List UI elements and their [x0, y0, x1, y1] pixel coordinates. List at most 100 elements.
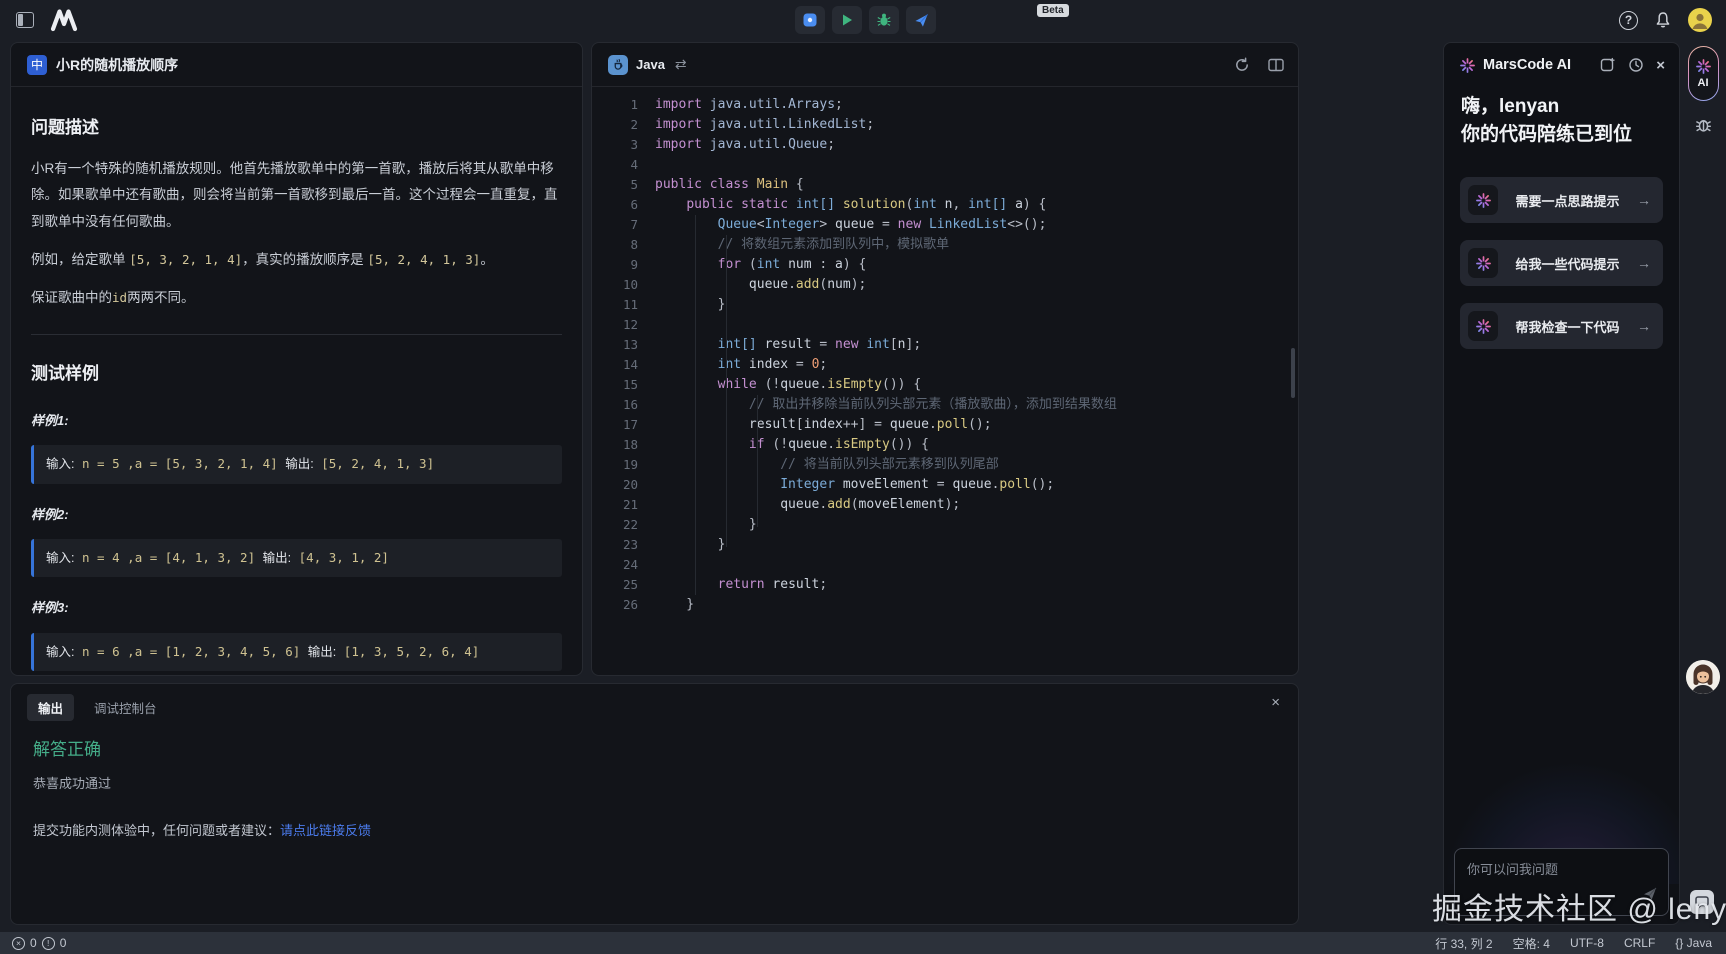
- line-number: 12: [592, 315, 638, 335]
- errors-icon: ×: [12, 937, 25, 950]
- code-line: 7 Queue<Integer> queue = new LinkedList<…: [592, 215, 1298, 235]
- history-icon[interactable]: [1628, 57, 1644, 73]
- run-button[interactable]: [832, 6, 862, 34]
- code-line: 25 return result;: [592, 575, 1298, 595]
- section-heading-samples: 测试样例: [31, 357, 562, 390]
- result-subtitle: 恭喜成功通过: [33, 773, 1276, 792]
- ai-suggestion-card[interactable]: 需要一点思路提示→: [1460, 177, 1663, 223]
- assistant-avatar[interactable]: [1686, 660, 1720, 694]
- code-line: 23 }: [592, 535, 1298, 555]
- code-line: 5public class Main {: [592, 175, 1298, 195]
- arrow-right-icon: →: [1637, 192, 1651, 208]
- paper-plane-icon: [914, 13, 929, 28]
- sample-io-block: 输入: n = 6 ,a = [1, 2, 3, 4, 5, 6] 输出: [1…: [31, 633, 562, 671]
- tab-java[interactable]: Java: [636, 57, 665, 72]
- code-editor[interactable]: 1import java.util.Arrays;2import java.ut…: [592, 87, 1298, 615]
- feedback-line: 提交功能内测体验中，任何问题或者建议：请点此链接反馈: [33, 820, 1276, 839]
- problem-title: 小R的随机播放顺序: [56, 55, 178, 75]
- line-number: 9: [592, 255, 638, 275]
- ai-rail-label: AI: [1698, 77, 1709, 89]
- java-language-icon: [608, 55, 628, 75]
- sidebar-toggle-icon[interactable]: [16, 12, 34, 28]
- arrow-right-icon: →: [1637, 318, 1651, 334]
- indent-guide: [726, 235, 727, 547]
- switch-language-icon[interactable]: ⇄: [675, 56, 687, 73]
- top-bar: Beta ?: [0, 0, 1726, 40]
- sample-io-block: 输入: n = 5 ,a = [5, 3, 2, 1, 4] 输出: [5, 2…: [31, 445, 562, 483]
- reset-code-icon[interactable]: [1234, 57, 1250, 73]
- split-view-icon[interactable]: [1268, 58, 1284, 72]
- code-line: 9 for (int num : a) {: [592, 255, 1298, 275]
- rail-debug-icon[interactable]: [1694, 115, 1713, 139]
- line-number: 2: [592, 115, 638, 135]
- close-output-icon[interactable]: ×: [1271, 694, 1280, 711]
- sample-label: 样例2:: [31, 502, 562, 527]
- ai-suggestion-card[interactable]: 帮我检查一下代码→: [1460, 303, 1663, 349]
- problem-paragraph: 小R有一个特殊的随机播放规则。他首先播放歌单中的第一首歌，播放后将其从歌单中移除…: [31, 156, 562, 235]
- sample-io-block: 输入: n = 4 ,a = [4, 1, 3, 2] 输出: [4, 3, 1…: [31, 539, 562, 577]
- line-number: 20: [592, 475, 638, 495]
- run-config-button[interactable]: [795, 6, 825, 34]
- language-mode[interactable]: {} Java: [1675, 936, 1712, 950]
- output-tab-bar: 输出 调试控制台 ×: [11, 684, 1298, 721]
- code-line: 1import java.util.Arrays;: [592, 95, 1298, 115]
- code-line: 13 int[] result = new int[n];: [592, 335, 1298, 355]
- code-line: 17 result[index++] = queue.poll();: [592, 415, 1298, 435]
- marscode-ai-panel: MarsCode AI × 嗨，lenyan 你的代码陪练已到位 需要一点思路提…: [1443, 42, 1680, 925]
- editor-scrollbar[interactable]: [1291, 348, 1295, 398]
- warnings-icon: !: [42, 937, 55, 950]
- cursor-position[interactable]: 行 33, 列 2: [1435, 935, 1492, 952]
- user-avatar[interactable]: [1688, 8, 1712, 32]
- problem-panel: 中 小R的随机播放顺序 问题描述 小R有一个特殊的随机播放规则。他首先播放歌单中…: [10, 42, 583, 676]
- indentation[interactable]: 空格: 4: [1513, 935, 1550, 952]
- watermark: 掘金技术社区 @ lenyan: [1432, 884, 1726, 928]
- play-icon: [840, 13, 854, 27]
- ai-rail-button[interactable]: AI: [1688, 46, 1719, 101]
- code-line: 16 // 取出并移除当前队列头部元素（播放歌曲），添加到结果数组: [592, 395, 1298, 415]
- ai-input-placeholder: 你可以问我问题: [1467, 862, 1558, 877]
- ai-suggestion-label: 帮我检查一下代码: [1498, 317, 1637, 336]
- eol-sequence[interactable]: CRLF: [1624, 936, 1655, 950]
- code-line: 21 queue.add(moveElement);: [592, 495, 1298, 515]
- help-icon[interactable]: ?: [1619, 11, 1638, 30]
- debug-button[interactable]: [869, 6, 899, 34]
- problem-paragraph: 保证歌曲中的id两两不同。: [31, 285, 562, 311]
- error-count: 0: [30, 936, 37, 950]
- problems-indicator[interactable]: × 0 ! 0: [12, 936, 66, 950]
- status-bar: × 0 ! 0 行 33, 列 2 空格: 4 UTF-8 CRLF {} Ja…: [0, 932, 1726, 954]
- line-number: 14: [592, 355, 638, 375]
- code-line: 12: [592, 315, 1298, 335]
- tab-debug-console[interactable]: 调试控制台: [94, 698, 157, 717]
- close-ai-panel-icon[interactable]: ×: [1656, 58, 1665, 73]
- indent-guide: [757, 395, 758, 527]
- ai-suggestion-card[interactable]: 给我一些代码提示→: [1460, 240, 1663, 286]
- arrow-right-icon: →: [1637, 255, 1651, 271]
- beta-badge: Beta: [1037, 4, 1069, 17]
- feedback-text: 提交功能内测体验中，任何问题或者建议：: [33, 823, 280, 838]
- code-line: 22 }: [592, 515, 1298, 535]
- encoding[interactable]: UTF-8: [1570, 936, 1604, 950]
- code-line: 4: [592, 155, 1298, 175]
- line-number: 6: [592, 195, 638, 215]
- sparkle-icon: [1696, 59, 1711, 74]
- ai-panel-header: MarsCode AI ×: [1444, 43, 1679, 83]
- notifications-bell-icon[interactable]: [1654, 11, 1672, 29]
- ai-greeting: 嗨，lenyan 你的代码陪练已到位: [1444, 83, 1679, 149]
- new-chat-icon[interactable]: [1600, 57, 1616, 73]
- ai-greeting-line2: 你的代码陪练已到位: [1461, 121, 1662, 149]
- feedback-link[interactable]: 请点此链接反馈: [280, 823, 371, 838]
- line-number: 16: [592, 395, 638, 415]
- line-number: 25: [592, 575, 638, 595]
- submit-button[interactable]: Beta: [906, 6, 936, 34]
- code-line: 24: [592, 555, 1298, 575]
- line-number: 24: [592, 555, 638, 575]
- ai-greeting-line1: 嗨，lenyan: [1461, 93, 1662, 121]
- code-line: 11 }: [592, 295, 1298, 315]
- bug-icon: [876, 12, 892, 28]
- sparkle-icon: [1468, 311, 1498, 341]
- samples-list: 样例1:输入: n = 5 ,a = [5, 3, 2, 1, 4] 输出: […: [31, 408, 562, 671]
- tab-output[interactable]: 输出: [27, 694, 74, 721]
- code-line: 19 // 将当前队列头部元素移到队列尾部: [592, 455, 1298, 475]
- line-number: 10: [592, 275, 638, 295]
- line-number: 18: [592, 435, 638, 455]
